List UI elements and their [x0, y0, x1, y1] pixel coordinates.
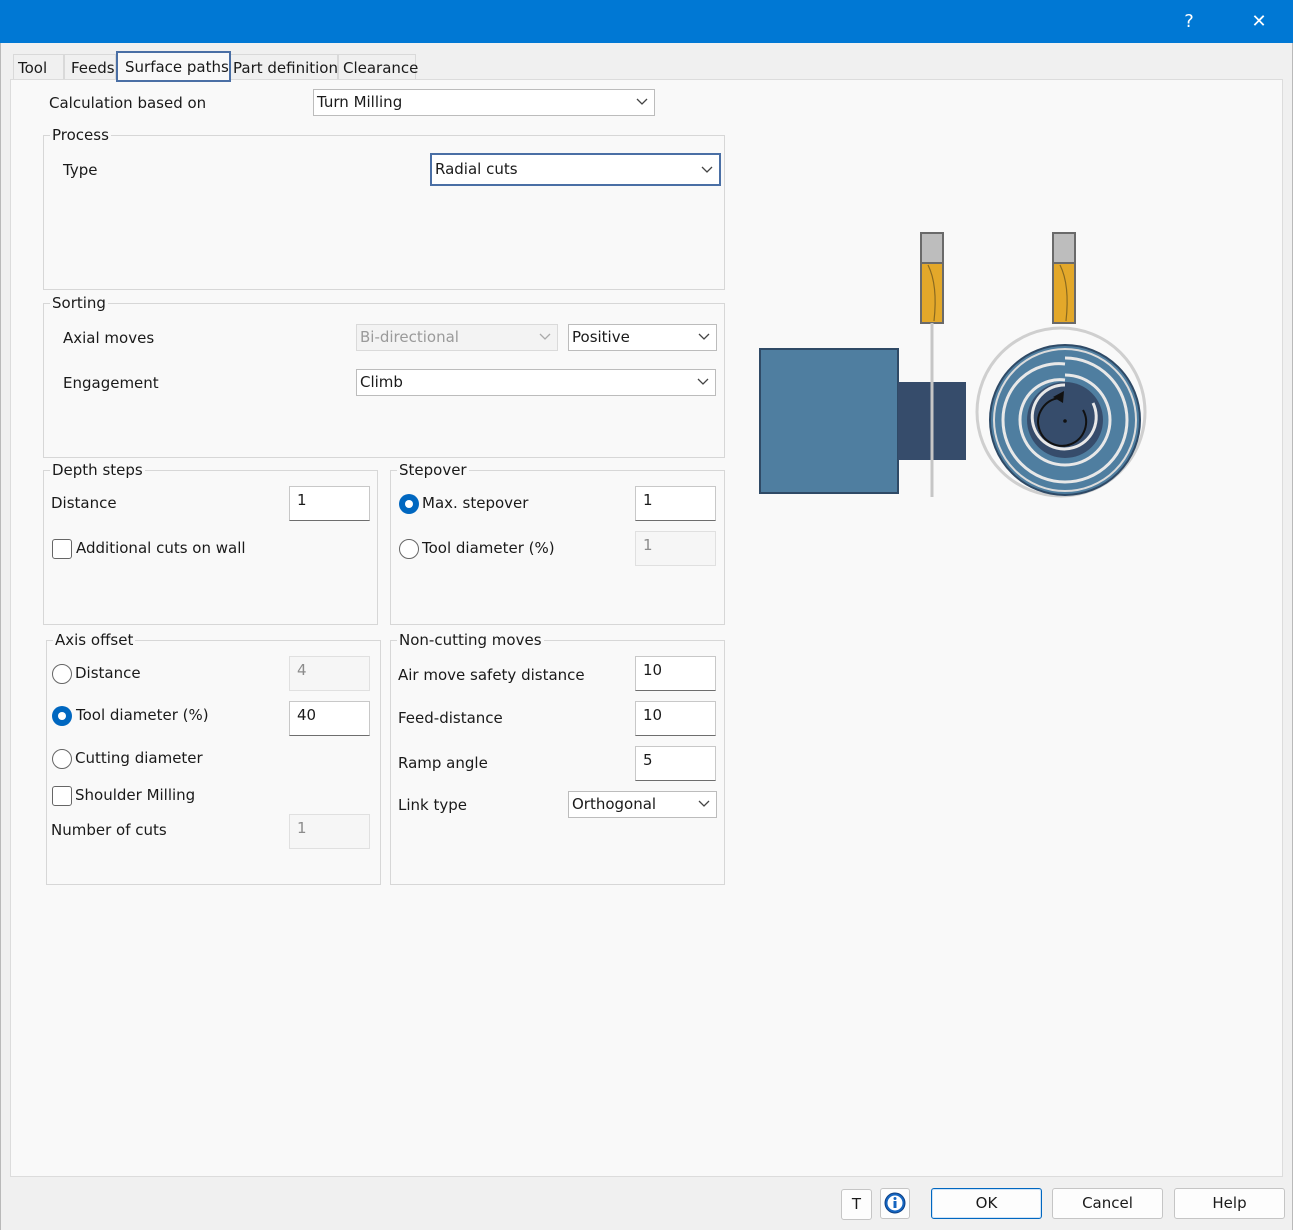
tab-part-definition[interactable]: Part definition: [228, 54, 338, 80]
axial-direction-value: Bi-directional: [360, 328, 459, 346]
axis-tool-diameter-field[interactable]: 40: [289, 701, 370, 736]
sorting-title: Sorting: [50, 294, 108, 312]
axial-moves-label: Axial moves: [63, 329, 155, 347]
stepover-tool-diameter-radio[interactable]: [399, 539, 419, 559]
help-button[interactable]: Help: [1174, 1188, 1285, 1219]
shoulder-milling-checkbox[interactable]: [52, 786, 72, 806]
axis-distance-radio[interactable]: [52, 664, 72, 684]
air-move-label: Air move safety distance: [398, 666, 585, 684]
depth-steps-title: Depth steps: [50, 461, 145, 479]
info-icon: [884, 1192, 906, 1214]
chevron-down-icon: [698, 800, 710, 807]
calculation-label: Calculation based on: [49, 94, 207, 112]
additional-cuts-label: Additional cuts on wall: [76, 539, 246, 557]
max-stepover-label: Max. stepover: [422, 494, 529, 512]
shoulder-milling-label: Shoulder Milling: [75, 786, 196, 804]
axis-tool-diameter-radio[interactable]: [52, 706, 72, 726]
stepover-tool-diameter-field[interactable]: 1: [635, 531, 716, 566]
help-icon[interactable]: ?: [1166, 0, 1212, 43]
air-move-field[interactable]: 10: [635, 656, 716, 691]
feed-distance-label: Feed-distance: [398, 709, 503, 727]
cutting-diameter-radio[interactable]: [52, 749, 72, 769]
non-cutting-title: Non-cutting moves: [397, 631, 544, 649]
cutting-diameter-label: Cutting diameter: [75, 749, 203, 767]
tab-tool[interactable]: Tool: [13, 54, 64, 80]
additional-cuts-checkbox[interactable]: [52, 539, 72, 559]
tab-surface-paths[interactable]: Surface paths: [116, 51, 231, 82]
info-button[interactable]: [880, 1188, 910, 1219]
cancel-button[interactable]: Cancel: [1052, 1188, 1163, 1219]
axis-tool-diameter-label: Tool diameter (%): [76, 706, 209, 724]
calculation-value: Turn Milling: [317, 93, 403, 111]
ok-button[interactable]: OK: [931, 1188, 1042, 1219]
link-type-dropdown[interactable]: Orthogonal: [568, 791, 717, 818]
ramp-angle-label: Ramp angle: [398, 754, 488, 772]
chevron-down-icon: [539, 333, 551, 340]
chevron-down-icon: [697, 378, 709, 385]
depth-distance-field[interactable]: 1: [289, 486, 370, 521]
link-type-value: Orthogonal: [572, 795, 657, 813]
axial-sign-dropdown[interactable]: Positive: [568, 324, 717, 351]
axial-direction-dropdown[interactable]: Bi-directional: [356, 324, 558, 351]
engagement-dropdown[interactable]: Climb: [356, 369, 716, 396]
turn-milling-illustration: [759, 232, 1147, 498]
tab-clearance[interactable]: Clearance: [338, 54, 418, 80]
max-stepover-field[interactable]: 1: [635, 486, 716, 521]
tab-feeds[interactable]: Feeds: [64, 54, 116, 80]
max-stepover-radio[interactable]: [399, 494, 419, 514]
engagement-value: Climb: [360, 373, 403, 391]
chevron-down-icon: [701, 166, 713, 173]
chevron-down-icon: [636, 98, 648, 105]
process-type-value: Radial cuts: [435, 160, 518, 178]
stepover-title: Stepover: [397, 461, 469, 479]
process-type-dropdown[interactable]: Radial cuts: [430, 153, 721, 186]
chevron-down-icon: [698, 333, 710, 340]
engagement-label: Engagement: [63, 374, 159, 392]
axial-sign-value: Positive: [572, 328, 630, 346]
calculation-dropdown[interactable]: Turn Milling: [313, 89, 655, 116]
ramp-angle-field[interactable]: 5: [635, 746, 716, 781]
axis-offset-title: Axis offset: [53, 631, 136, 649]
axis-distance-label: Distance: [75, 664, 141, 682]
close-icon[interactable]: ✕: [1236, 0, 1282, 43]
feed-distance-field[interactable]: 10: [635, 701, 716, 736]
stepover-tool-diameter-label: Tool diameter (%): [422, 539, 555, 557]
t-button[interactable]: T: [841, 1189, 872, 1220]
process-type-label: Type: [63, 161, 98, 179]
axis-distance-field[interactable]: 4: [289, 656, 370, 691]
title-bar: ? ✕: [0, 0, 1293, 43]
number-of-cuts-field[interactable]: 1: [289, 814, 370, 849]
number-of-cuts-label: Number of cuts: [51, 821, 167, 839]
link-type-label: Link type: [398, 796, 467, 814]
depth-distance-label: Distance: [51, 494, 117, 512]
process-title: Process: [50, 126, 111, 144]
